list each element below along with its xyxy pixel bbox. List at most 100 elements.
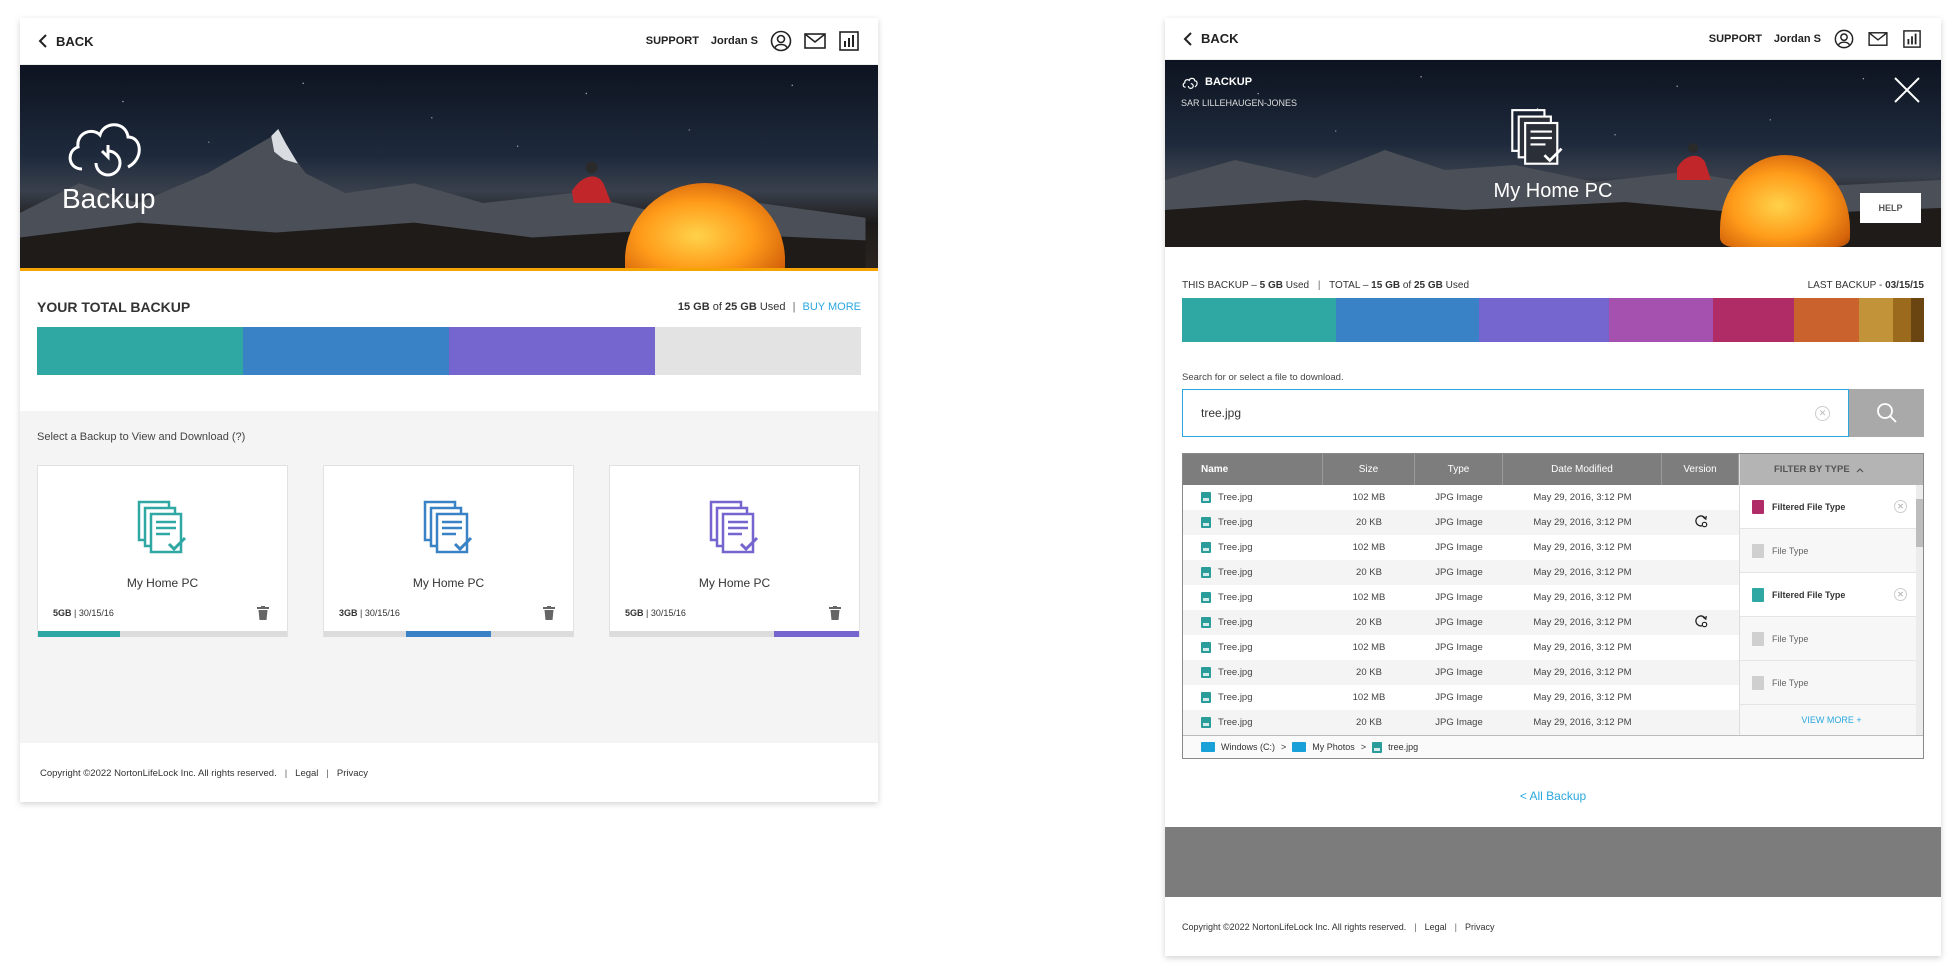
usage-segment: [37, 327, 243, 375]
search-input[interactable]: tree.jpg ✕: [1182, 389, 1849, 437]
table-row[interactable]: Tree.jpg 102 MB JPG Image May 29, 2016, 3:1…: [1183, 585, 1739, 610]
account-icon[interactable]: [770, 30, 792, 52]
header-version[interactable]: Version: [1662, 454, 1739, 485]
buy-more-link[interactable]: BUY MORE: [803, 301, 861, 313]
privacy-link[interactable]: Privacy: [1465, 922, 1495, 932]
privacy-link[interactable]: Privacy: [337, 768, 368, 779]
breadcrumb-folder[interactable]: My Photos: [1312, 742, 1355, 752]
back-button[interactable]: BACK: [1183, 31, 1239, 46]
file-name-cell: Tree.jpg: [1183, 692, 1323, 703]
backup-selection-area: Select a Backup to View and Download (?)…: [20, 411, 878, 743]
mail-icon[interactable]: [804, 30, 826, 52]
breadcrumb-sep: >: [1360, 742, 1367, 752]
file-size: 20 KB: [1356, 567, 1382, 578]
file-size: 20 KB: [1356, 617, 1382, 628]
filter-scroll-thumb[interactable]: [1916, 499, 1923, 547]
card-date: 30/15/16: [650, 608, 686, 618]
back-button[interactable]: BACK: [38, 34, 94, 49]
filter-item[interactable]: File Type: [1740, 617, 1923, 661]
file-date: May 29, 2016, 3:12 PM: [1533, 492, 1632, 503]
filter-item[interactable]: Filtered File Type ✕: [1740, 485, 1923, 529]
this-used-label: Used: [1285, 280, 1310, 291]
file-date: May 29, 2016, 3:12 PM: [1533, 667, 1632, 678]
file-type: JPG Image: [1435, 492, 1483, 503]
header-size[interactable]: Size: [1323, 454, 1415, 485]
backup-card[interactable]: My Home PC 3GB | 30/15/16: [323, 465, 574, 637]
filter-item[interactable]: Filtered File Type ✕: [1740, 573, 1923, 617]
this-backup-amount: 5 GB: [1259, 280, 1283, 291]
table-row[interactable]: Tree.jpg 20 KB JPG Image May 29, 2016, 3:12…: [1183, 560, 1739, 585]
header-name[interactable]: Name: [1183, 454, 1323, 485]
file-date: May 29, 2016, 3:12 PM: [1533, 717, 1632, 728]
filter-label: File Type: [1772, 545, 1809, 556]
card-meta: 5GB | 30/15/16: [625, 608, 686, 618]
close-icon[interactable]: [1893, 76, 1921, 104]
used-amount: 15 GB: [677, 301, 710, 313]
image-file-icon: [1201, 492, 1211, 503]
table-row[interactable]: Tree.jpg 102 MB JPG Image May 29, 2016, 3:1…: [1183, 485, 1739, 510]
breadcrumb-drive[interactable]: Windows (C:): [1221, 742, 1275, 752]
usage-segment: [1859, 298, 1893, 342]
support-link[interactable]: SUPPORT: [646, 35, 699, 47]
table-row[interactable]: Tree.jpg 20 KB JPG Image May 29, 2016, 3:12…: [1183, 710, 1739, 735]
header-date-modified[interactable]: Date Modified: [1503, 454, 1662, 485]
file-type-icon: [1752, 675, 1764, 690]
breadcrumb: Windows (C:) > My Photos > tree.jpg: [1183, 735, 1923, 758]
file-name: Tree.jpg: [1218, 517, 1253, 528]
filter-header[interactable]: FILTER BY TYPE: [1740, 454, 1923, 485]
card-date: 30/15/16: [78, 608, 114, 618]
user-name[interactable]: Jordan S: [711, 35, 758, 47]
image-file-icon: [1201, 517, 1211, 528]
legal-link[interactable]: Legal: [295, 768, 318, 779]
card-progress-track: [610, 631, 859, 637]
remove-filter-icon[interactable]: ✕: [1894, 588, 1907, 601]
file-version: [1662, 614, 1739, 631]
filter-item[interactable]: File Type: [1740, 529, 1923, 573]
file-type: JPG Image: [1435, 717, 1483, 728]
file-name-cell: Tree.jpg: [1183, 717, 1323, 728]
version-history-icon[interactable]: [1694, 514, 1708, 528]
table-row[interactable]: Tree.jpg 20 KB JPG Image May 29, 2016, 3:12…: [1183, 660, 1739, 685]
trash-icon[interactable]: [829, 606, 841, 620]
backup-card[interactable]: My Home PC 5GB | 30/15/16: [609, 465, 860, 637]
legal-link[interactable]: Legal: [1425, 922, 1447, 932]
backup-cards: My Home PC 5GB | 30/15/16 My Home PC 3GB | …: [37, 465, 861, 637]
image-file-icon: [1201, 567, 1211, 578]
dashboard-icon[interactable]: [838, 30, 860, 52]
mail-icon[interactable]: [1867, 28, 1889, 50]
file-table: Name Size Type Date Modified Version Tre…: [1183, 454, 1739, 735]
table-row[interactable]: Tree.jpg 102 MB JPG Image May 29, 2016, 3:1…: [1183, 685, 1739, 710]
file-name: Tree.jpg: [1218, 492, 1253, 503]
view-more-link[interactable]: VIEW MORE +: [1740, 705, 1923, 725]
file-type: JPG Image: [1435, 617, 1483, 628]
table-row[interactable]: Tree.jpg 20 KB JPG Image May 29, 2016, 3:12…: [1183, 610, 1739, 635]
table-row[interactable]: Tree.jpg 102 MB JPG Image May 29, 2016, 3:1…: [1183, 535, 1739, 560]
help-button[interactable]: HELP: [1860, 193, 1921, 223]
file-size: 102 MB: [1352, 592, 1386, 603]
table-row[interactable]: Tree.jpg 20 KB JPG Image May 29, 2016, 3:12…: [1183, 510, 1739, 535]
trash-icon[interactable]: [257, 606, 269, 620]
search-button[interactable]: [1849, 389, 1924, 437]
file-size: 20 KB: [1356, 517, 1382, 528]
chevron-left-icon: [38, 34, 47, 48]
support-link[interactable]: SUPPORT: [1709, 33, 1762, 45]
account-icon[interactable]: [1833, 28, 1855, 50]
file-name: Tree.jpg: [1218, 542, 1253, 553]
backup-overview-window: BACK SUPPORT Jordan S Backup YOUR TOTAL …: [20, 18, 878, 802]
backup-card[interactable]: My Home PC 5GB | 30/15/16: [37, 465, 288, 637]
clear-search-icon[interactable]: ✕: [1815, 406, 1830, 421]
gray-band: [1165, 827, 1941, 897]
table-row[interactable]: Tree.jpg 102 MB JPG Image May 29, 2016, 3:1…: [1183, 635, 1739, 660]
user-name[interactable]: Jordan S: [1774, 33, 1821, 45]
hero-banner: BACKUP SAR LILLEHAUGEN-JONES My Home PC …: [1165, 60, 1941, 247]
file-size: 20 KB: [1356, 667, 1382, 678]
file-version: [1662, 514, 1739, 531]
filter-item[interactable]: File Type: [1740, 661, 1923, 705]
version-history-icon[interactable]: [1694, 614, 1708, 628]
remove-filter-icon[interactable]: ✕: [1894, 500, 1907, 513]
trash-icon[interactable]: [543, 606, 555, 620]
all-backup-link[interactable]: < All Backup: [1165, 789, 1941, 803]
header-type[interactable]: Type: [1415, 454, 1503, 485]
breadcrumb-file[interactable]: tree.jpg: [1388, 742, 1418, 752]
dashboard-icon[interactable]: [1901, 28, 1923, 50]
